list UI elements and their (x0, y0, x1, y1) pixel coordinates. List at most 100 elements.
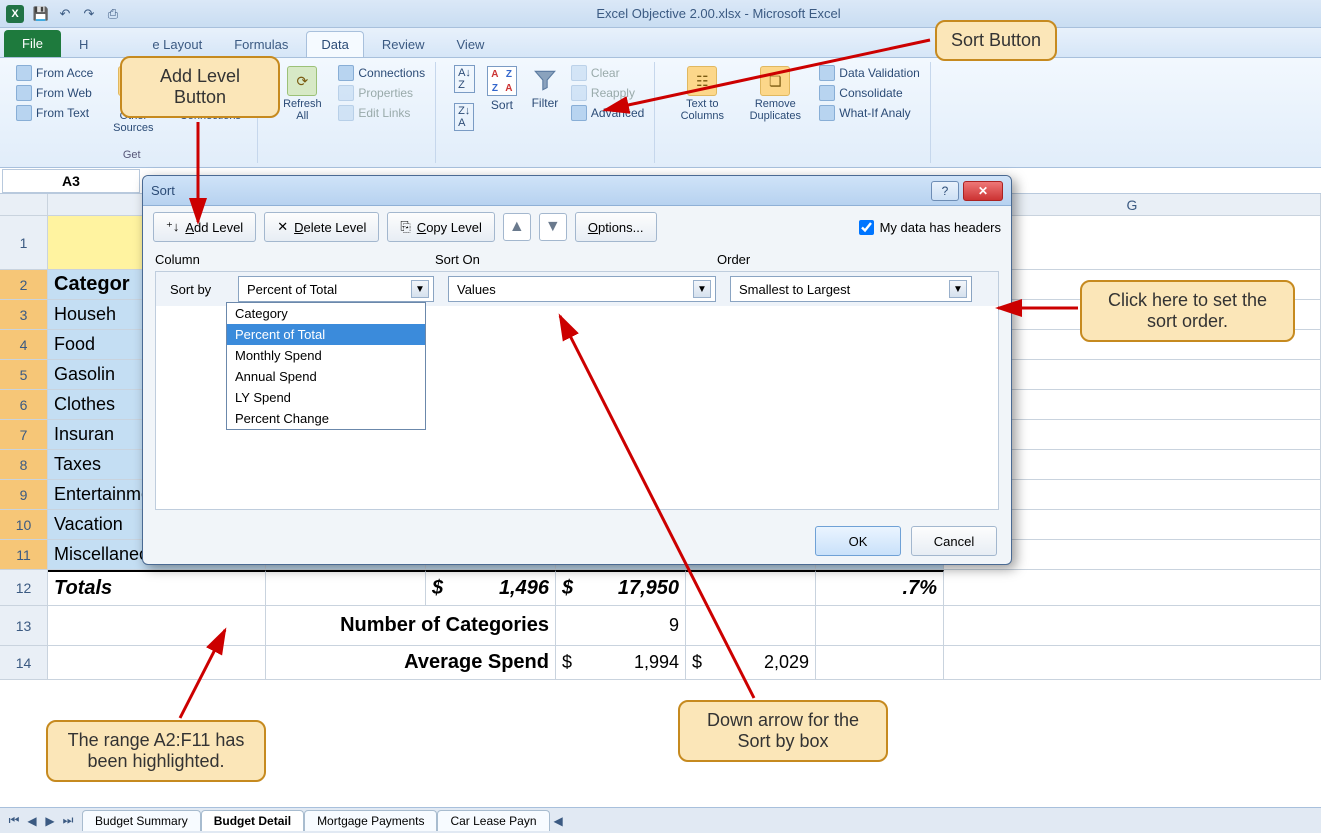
sheet-mortgage[interactable]: Mortgage Payments (304, 810, 437, 831)
dd-category[interactable]: Category (227, 303, 425, 324)
order-combo[interactable]: Smallest to Largest▼ (730, 276, 972, 302)
remove-duplicates-button[interactable]: ❏Remove Duplicates (739, 64, 811, 124)
add-level-button[interactable]: ⁺↓Add Level (153, 212, 256, 242)
copy-level-button[interactable]: ⎘Copy Level (387, 212, 494, 242)
tab-formulas[interactable]: Formulas (220, 32, 302, 57)
advanced-button[interactable]: Advanced (569, 104, 646, 122)
chevron-down-icon-2[interactable]: ▼ (693, 280, 711, 298)
next-tab-icon[interactable]: ▶ (42, 813, 58, 829)
row-2-head[interactable]: 2 (0, 270, 48, 300)
row-10-head[interactable]: 10 (0, 510, 48, 540)
data-validation-button[interactable]: Data Validation (817, 64, 922, 82)
sheet-budget-summary[interactable]: Budget Summary (82, 810, 201, 831)
row-6-head[interactable]: 6 (0, 390, 48, 420)
sheet-budget-detail[interactable]: Budget Detail (201, 810, 304, 831)
cell-F12[interactable]: .7% (816, 570, 944, 606)
row-7-head[interactable]: 7 (0, 420, 48, 450)
c-e13[interactable] (686, 606, 816, 646)
cell-E14[interactable]: $2,029 (686, 646, 816, 680)
cell-D14[interactable]: $1,994 (556, 646, 686, 680)
connections-button[interactable]: Connections (336, 64, 427, 82)
prev-tab-icon[interactable]: ◀ (24, 813, 40, 829)
c-g13[interactable] (944, 606, 1321, 646)
save-icon[interactable]: 💾 (32, 5, 50, 23)
sheet-car-lease[interactable]: Car Lease Payn (437, 810, 549, 831)
sortby-combo[interactable]: Percent of Total▼ (238, 276, 434, 302)
tab-data[interactable]: Data (306, 31, 363, 57)
filter-button[interactable]: Filter (527, 64, 563, 112)
row-9-head[interactable]: 9 (0, 480, 48, 510)
sort-az-button[interactable]: A↓Z (452, 64, 477, 94)
undo-icon[interactable]: ↶ (56, 5, 74, 23)
dd-percent-total[interactable]: Percent of Total (227, 324, 425, 345)
dialog-title-bar[interactable]: Sort ? ✕ (143, 176, 1011, 206)
c-a13[interactable] (48, 606, 266, 646)
sort-button[interactable]: AZZA Sort (483, 64, 521, 114)
move-down-button[interactable]: ▼ (539, 213, 567, 241)
dd-ly[interactable]: LY Spend (227, 387, 425, 408)
dd-pct-change[interactable]: Percent Change (227, 408, 425, 429)
headers-check-input[interactable] (859, 220, 874, 235)
name-box[interactable]: A3 (2, 169, 140, 193)
row-8-head[interactable]: 8 (0, 450, 48, 480)
row-3-head[interactable]: 3 (0, 300, 48, 330)
c-f14[interactable] (816, 646, 944, 680)
row-12-head[interactable]: 12 (0, 570, 48, 606)
cell-C12[interactable]: $1,496 (426, 570, 556, 606)
tab-layout[interactable]: e Layout (138, 32, 216, 57)
consolidate-button[interactable]: Consolidate (817, 84, 922, 102)
tab-home[interactable]: H (65, 32, 102, 57)
avg-spend-label[interactable]: Average Spend (266, 646, 556, 680)
first-tab-icon[interactable]: ⏮ (6, 813, 22, 829)
text-to-columns-button[interactable]: ☷Text to Columns (671, 64, 733, 124)
close-icon[interactable]: ✕ (963, 181, 1003, 201)
sheet-tab-strip: ⏮ ◀ ▶ ⏭ Budget Summary Budget Detail Mor… (0, 807, 1321, 833)
c-g14[interactable] (944, 646, 1321, 680)
row-4-head[interactable]: 4 (0, 330, 48, 360)
headers-checkbox[interactable]: My data has headers (859, 220, 1001, 235)
corner-cell[interactable] (0, 194, 48, 216)
row-11-head[interactable]: 11 (0, 540, 48, 570)
help-icon[interactable]: ? (931, 181, 959, 201)
sorton-combo[interactable]: Values▼ (448, 276, 716, 302)
cell-D12[interactable]: $17,950 (556, 570, 686, 606)
num-cat-label[interactable]: Number of Categories (266, 606, 556, 646)
sort-za-button[interactable]: Z↓A (452, 102, 477, 132)
sortby-dropdown[interactable]: Category Percent of Total Monthly Spend … (226, 302, 426, 430)
d12-sym: $ (562, 577, 573, 600)
print-icon[interactable]: ⎙ (104, 5, 122, 23)
row-13-head[interactable]: 13 (0, 606, 48, 646)
refresh-button[interactable]: ⟳Refresh All (274, 64, 330, 124)
tab-review[interactable]: Review (368, 32, 439, 57)
options-button[interactable]: Options... (575, 212, 657, 242)
consolidate-icon (819, 85, 835, 101)
cell-A12[interactable]: Totals (48, 570, 266, 606)
c-f13[interactable] (816, 606, 944, 646)
redo-icon[interactable]: ↷ (80, 5, 98, 23)
ok-button[interactable]: OK (815, 526, 901, 556)
cell-B12[interactable] (266, 570, 426, 606)
cell-E12[interactable] (686, 570, 816, 606)
cell-D13[interactable]: 9 (556, 606, 686, 646)
move-up-button[interactable]: ▲ (503, 213, 531, 241)
last-tab-icon[interactable]: ⏭ (60, 813, 76, 829)
whatif-button[interactable]: What-If Analy (817, 104, 922, 122)
tab-scroll-icon[interactable]: ◀ (554, 814, 563, 828)
c-a14[interactable] (48, 646, 266, 680)
from-access-button[interactable]: From Acce (14, 64, 95, 82)
dd-monthly[interactable]: Monthly Spend (227, 345, 425, 366)
row-1-head[interactable]: 1 (0, 216, 48, 270)
title-bar: X 💾 ↶ ↷ ⎙ Excel Objective 2.00.xlsx - Mi… (0, 0, 1321, 28)
delete-level-button[interactable]: ✕Delete Level (264, 212, 379, 242)
chevron-down-icon[interactable]: ▼ (411, 280, 429, 298)
dd-annual[interactable]: Annual Spend (227, 366, 425, 387)
chevron-down-icon-3[interactable]: ▼ (949, 280, 967, 298)
c-g12[interactable] (944, 570, 1321, 606)
row-5-head[interactable]: 5 (0, 360, 48, 390)
row-14-head[interactable]: 14 (0, 646, 48, 680)
from-text-button[interactable]: From Text (14, 104, 95, 122)
tab-file[interactable]: File (4, 30, 61, 57)
cancel-button[interactable]: Cancel (911, 526, 997, 556)
tab-view[interactable]: View (443, 32, 499, 57)
from-web-button[interactable]: From Web (14, 84, 95, 102)
